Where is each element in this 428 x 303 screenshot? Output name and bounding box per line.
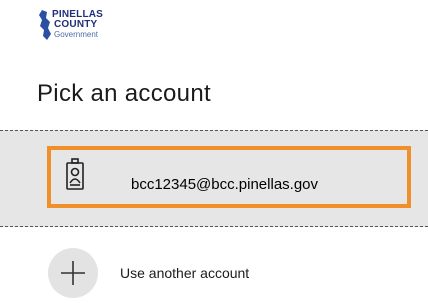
account-picker-page: PINELLAS COUNTY Government Pick an accou… [0, 0, 428, 303]
plus-icon[interactable] [48, 248, 98, 298]
badge-icon [65, 158, 85, 199]
account-tile[interactable]: bcc12345@bcc.pinellas.gov [47, 146, 411, 208]
pinellas-county-logo: PINELLAS COUNTY Government [38, 6, 148, 46]
logo-line-government: Government [54, 30, 99, 39]
account-list-item[interactable]: bcc12345@bcc.pinellas.gov [0, 130, 428, 227]
account-email: bcc12345@bcc.pinellas.gov [131, 176, 319, 193]
use-another-account-button[interactable]: Use another account [48, 248, 348, 298]
use-another-account-label[interactable]: Use another account [120, 265, 249, 281]
logo-line-county: COUNTY [54, 19, 98, 30]
county-map-icon [39, 10, 51, 40]
page-title: Pick an account [37, 80, 211, 107]
logo-text: PINELLAS COUNTY Government [52, 10, 103, 40]
